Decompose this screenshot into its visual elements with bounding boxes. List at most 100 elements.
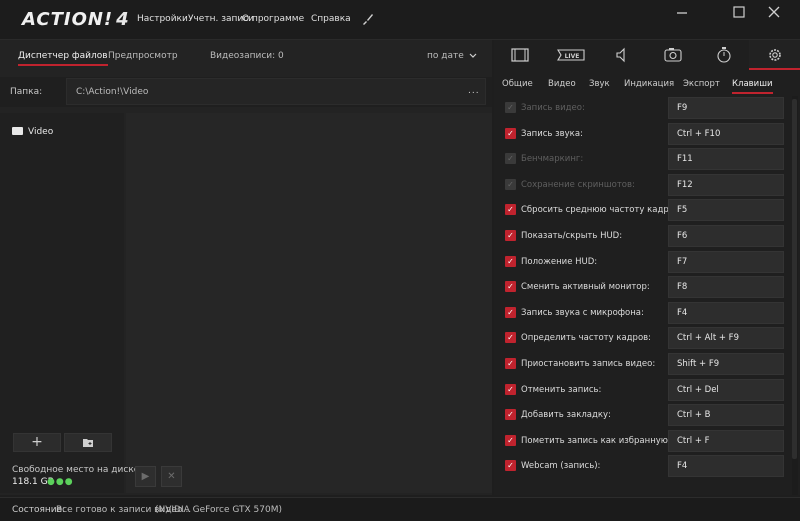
tab-benchmark[interactable] bbox=[698, 40, 750, 70]
hotkey-field[interactable]: Ctrl + Alt + F9 bbox=[668, 327, 784, 350]
subtab-video[interactable]: Видео bbox=[548, 79, 576, 89]
hotkey-label: Показать/скрыть HUD: bbox=[521, 231, 623, 241]
hotkey-label: Добавить закладку: bbox=[521, 410, 611, 421]
hotkey-field[interactable]: F7 bbox=[668, 250, 784, 273]
hotkey-list: ✓ Запись видео: F9 ✓ Запись звука: Ctrl + F10… bbox=[494, 96, 792, 496]
hotkey-label: Отменить запись: bbox=[521, 384, 602, 395]
gpu-name: (NVIDIA GeForce GTX 570M) bbox=[155, 505, 283, 515]
hotkey-label: Запись звука с микрофона: bbox=[521, 307, 644, 318]
hotkey-field[interactable]: F4 bbox=[668, 455, 784, 478]
subtab-general[interactable]: Общие bbox=[502, 79, 533, 89]
hotkey-checkbox[interactable]: ✓ bbox=[505, 358, 516, 369]
tab-live[interactable]: LIVE bbox=[545, 40, 597, 70]
hotkey-row: ✓ Запись звука с микрофона: F4 bbox=[494, 301, 792, 327]
folder-label: Папка: bbox=[10, 87, 43, 97]
hotkey-field[interactable]: F4 bbox=[668, 301, 784, 324]
hotkey-field[interactable]: Shift + F9 bbox=[668, 353, 784, 375]
add-folder-button[interactable]: + bbox=[13, 433, 61, 452]
hotkey-field[interactable]: F12 bbox=[668, 173, 784, 196]
hotkey-checkbox[interactable]: ✓ bbox=[505, 332, 516, 344]
recordings-count: Видеозаписи: 0 bbox=[210, 51, 284, 61]
hotkey-checkbox[interactable]: ✓ bbox=[505, 102, 516, 113]
hotkey-checkbox[interactable]: ✓ bbox=[505, 460, 516, 472]
hotkey-row: ✓ Приостановить запись видео: Shift + F9 bbox=[494, 352, 792, 378]
chevron-down-icon[interactable] bbox=[468, 51, 478, 61]
tab-audio[interactable] bbox=[596, 40, 648, 70]
hotkey-label: Пометить запись как избранную: bbox=[521, 435, 671, 446]
maximize-icon[interactable] bbox=[727, 4, 751, 20]
hotkey-label: Сменить активный монитор: bbox=[521, 282, 650, 293]
hotkey-checkbox[interactable]: ✓ bbox=[505, 306, 516, 318]
hotkey-label: Запись видео: bbox=[521, 103, 585, 113]
hotkey-checkbox[interactable]: ✓ bbox=[505, 127, 516, 139]
file-list-pane bbox=[126, 113, 492, 493]
subtab-hotkeys[interactable]: Клавиши bbox=[732, 79, 773, 94]
hotkey-field[interactable]: Ctrl + Del bbox=[668, 378, 784, 401]
live-label: LIVE bbox=[565, 53, 580, 60]
hotkey-checkbox[interactable]: ✓ bbox=[505, 230, 516, 241]
hotkey-checkbox[interactable]: ✓ bbox=[505, 281, 516, 293]
new-folder-button[interactable] bbox=[64, 433, 112, 452]
hotkey-label: Сохранение скриншотов: bbox=[521, 179, 635, 190]
hotkey-checkbox[interactable]: ✓ bbox=[505, 204, 516, 216]
tab-file-manager[interactable]: Диспетчер файлов bbox=[18, 51, 108, 66]
hotkey-row: ✓ Показать/скрыть HUD: F6 bbox=[494, 224, 792, 250]
browse-folder-button[interactable]: ... bbox=[468, 86, 480, 96]
tab-video[interactable] bbox=[494, 40, 546, 70]
tab-preview[interactable]: Предпросмотр bbox=[108, 51, 178, 61]
subtab-export[interactable]: Экспорт bbox=[683, 79, 720, 89]
free-space-indicator: ●●● bbox=[47, 477, 74, 487]
menu-settings[interactable]: Настройки bbox=[137, 14, 188, 24]
tab-settings[interactable] bbox=[749, 40, 800, 70]
menu-about[interactable]: О программе bbox=[242, 14, 304, 24]
hotkey-row: ✓ Бенчмаркинг: F11 bbox=[494, 147, 792, 173]
hotkey-checkbox[interactable]: ✓ bbox=[505, 434, 516, 446]
close-icon[interactable] bbox=[762, 4, 786, 20]
hotkey-field[interactable]: F8 bbox=[668, 276, 784, 299]
hotkey-checkbox[interactable]: ✓ bbox=[505, 153, 516, 165]
hotkey-row: ✓ Пометить запись как избранную: Ctrl + F bbox=[494, 429, 792, 455]
sort-select[interactable]: по дате bbox=[427, 51, 464, 61]
folder-path-text: C:\Action!\Video bbox=[76, 87, 149, 97]
hotkey-row: ✓ Сменить активный монитор: F8 bbox=[494, 275, 792, 301]
app-logo: ACTION! 4 bbox=[22, 9, 130, 30]
hotkey-row: ✓ Сохранение скриншотов: F12 bbox=[494, 173, 792, 199]
hotkey-row: ✓ Добавить закладку: Ctrl + B bbox=[494, 403, 792, 429]
delete-button[interactable]: ✕ bbox=[161, 466, 182, 487]
minimize-icon[interactable] bbox=[670, 4, 694, 20]
hotkey-label: Сбросить среднюю частоту кадров: bbox=[521, 205, 682, 216]
hotkey-checkbox[interactable]: ✓ bbox=[505, 409, 516, 421]
hotkey-label: Бенчмаркинг: bbox=[521, 154, 584, 165]
folder-icon bbox=[12, 127, 23, 135]
hotkey-row: ✓ Определить частоту кадров: Ctrl + Alt + … bbox=[494, 326, 792, 352]
hotkey-field[interactable]: Ctrl + F bbox=[668, 429, 784, 452]
subtab-indication[interactable]: Индикация bbox=[624, 79, 674, 89]
hotkey-field[interactable]: F11 bbox=[668, 148, 784, 171]
hotkey-field[interactable]: Ctrl + F10 bbox=[668, 122, 784, 145]
tab-screenshots[interactable] bbox=[647, 40, 699, 70]
tree-item-video[interactable]: Video bbox=[12, 127, 53, 137]
hotkey-row: ✓ Запись звука: Ctrl + F10 bbox=[494, 122, 792, 148]
hotkey-label: Запись звука: bbox=[521, 128, 583, 139]
hotkey-field[interactable]: F6 bbox=[668, 225, 784, 247]
hotkey-label: Приостановить запись видео: bbox=[521, 359, 656, 369]
hotkey-row: ✓ Сбросить среднюю частоту кадров: F5 bbox=[494, 198, 792, 224]
hotkey-field[interactable]: F5 bbox=[668, 199, 784, 222]
hotkey-row: ✓ Положение HUD: F7 bbox=[494, 250, 792, 276]
hotkey-checkbox[interactable]: ✓ bbox=[505, 178, 516, 190]
hotkey-field[interactable]: Ctrl + B bbox=[668, 404, 784, 427]
brush-icon[interactable] bbox=[361, 12, 375, 26]
hotkey-row: ✓ Отменить запись: Ctrl + Del bbox=[494, 378, 792, 404]
hotkey-row: ✓ Запись видео: F9 bbox=[494, 96, 792, 122]
hotkey-checkbox[interactable]: ✓ bbox=[505, 383, 516, 395]
hotkey-label: Положение HUD: bbox=[521, 256, 598, 267]
play-button[interactable]: ▶ bbox=[135, 466, 156, 487]
scrollbar-thumb[interactable] bbox=[792, 99, 797, 459]
hotkey-label: Определить частоту кадров: bbox=[521, 333, 652, 344]
subtab-audio[interactable]: Звук bbox=[589, 79, 610, 89]
hotkey-row: ✓ Webcam (запись): F4 bbox=[494, 454, 792, 480]
hotkey-checkbox[interactable]: ✓ bbox=[505, 255, 516, 267]
hotkey-field[interactable]: F9 bbox=[668, 97, 784, 119]
hotkey-label: Webcam (запись): bbox=[521, 461, 601, 472]
menu-help[interactable]: Справка bbox=[311, 14, 351, 24]
